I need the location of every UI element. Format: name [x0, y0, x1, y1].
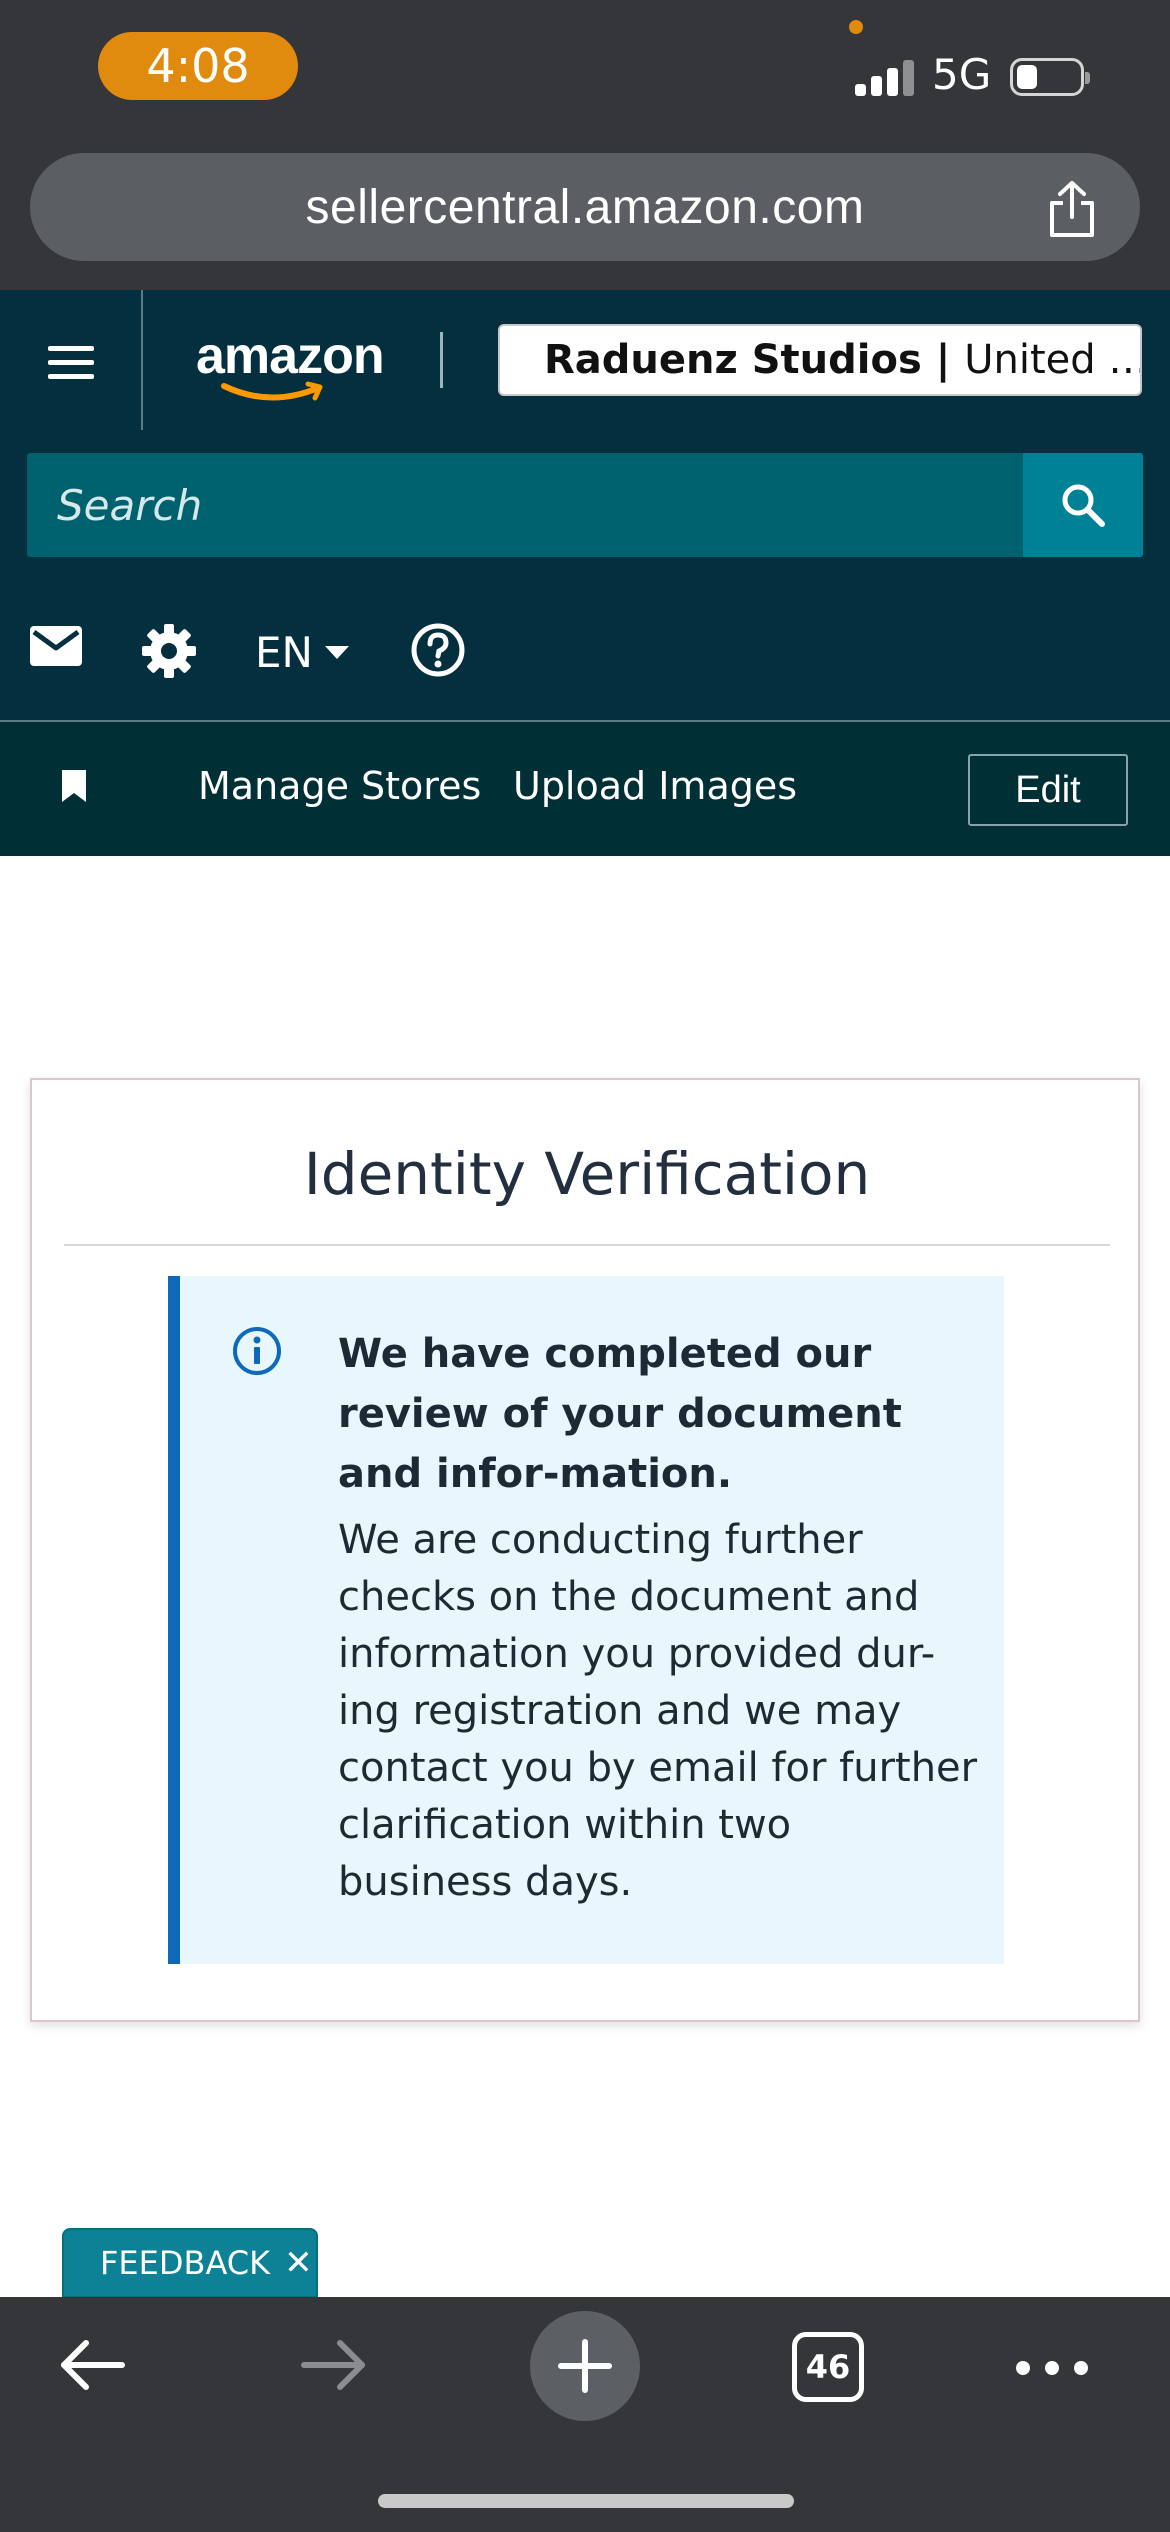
back-arrow-icon[interactable]: [56, 2335, 128, 2399]
share-icon[interactable]: [1044, 179, 1100, 239]
language-selector[interactable]: EN: [255, 628, 349, 677]
new-tab-plus-icon: [558, 2339, 612, 2393]
store-region: United …: [964, 337, 1142, 383]
info-alert: We have completed our review of your doc…: [168, 1276, 1004, 1964]
help-icon[interactable]: [410, 622, 466, 682]
more-icon[interactable]: [1016, 2361, 1088, 2375]
amazon-logo[interactable]: amazon: [196, 326, 396, 406]
bookmark-nav: Manage Stores Upload Images Edit: [0, 722, 1170, 856]
privacy-indicator-dot: [849, 20, 863, 34]
home-indicator[interactable]: [378, 2494, 794, 2508]
cellular-signal-icon: [855, 58, 915, 96]
forward-arrow-icon[interactable]: [298, 2335, 370, 2399]
seller-central-header: amazon Raduenz Studios | United … Search…: [0, 290, 1170, 856]
status-time: 4:08: [98, 32, 298, 100]
header-divider: [141, 290, 143, 430]
store-switcher[interactable]: Raduenz Studios | United …: [498, 324, 1142, 396]
store-separator: |: [921, 337, 965, 383]
tab-count: 46: [805, 2348, 851, 2386]
logo-divider: [440, 332, 443, 388]
alert-heading: We have completed our review of your doc…: [338, 1331, 902, 1497]
identity-verification-card: Identity Verification We have completed …: [30, 1078, 1140, 2022]
edit-button[interactable]: Edit: [968, 754, 1128, 826]
mail-icon[interactable]: [30, 626, 82, 670]
network-type: 5G: [932, 50, 992, 99]
search-input[interactable]: [27, 453, 1023, 557]
feedback-label: FEEDBACK: [100, 2244, 271, 2282]
search-bar: [27, 453, 1143, 557]
header-tools: EN: [0, 600, 1170, 720]
close-icon[interactable]: ✕: [284, 2243, 313, 2283]
battery-low-icon: [1010, 58, 1090, 96]
tabs-icon[interactable]: 46: [792, 2332, 864, 2402]
alert-body: We are conducting further checks on the …: [338, 1517, 978, 1905]
new-tab-button[interactable]: [530, 2311, 640, 2421]
search-button[interactable]: [1023, 453, 1143, 557]
info-icon: [232, 1326, 282, 1380]
address-bar[interactable]: sellercentral.amazon.com: [30, 153, 1140, 261]
search-icon: [1062, 484, 1105, 527]
nav-link-upload-images[interactable]: Upload Images: [513, 764, 797, 808]
feedback-tab[interactable]: FEEDBACK ✕: [62, 2228, 318, 2298]
nav-link-manage-stores[interactable]: Manage Stores: [198, 764, 481, 808]
page-title: Identity Verification: [303, 1140, 871, 1208]
store-name: Raduenz Studios: [544, 337, 922, 383]
logo-text: amazon: [196, 327, 385, 385]
language-label: EN: [255, 628, 313, 677]
browser-toolbar: 46: [0, 2297, 1170, 2532]
url-text[interactable]: sellercentral.amazon.com: [306, 180, 865, 235]
bookmark-icon[interactable]: [60, 768, 88, 808]
title-divider: [64, 1244, 1110, 1246]
caret-down-icon: [324, 645, 349, 659]
browser-chrome-top: 4:08 5G sellercentral.amazon.com: [0, 0, 1170, 290]
smile-arrow-icon: [221, 381, 323, 401]
gear-icon[interactable]: [142, 624, 196, 682]
menu-icon[interactable]: [48, 346, 94, 380]
